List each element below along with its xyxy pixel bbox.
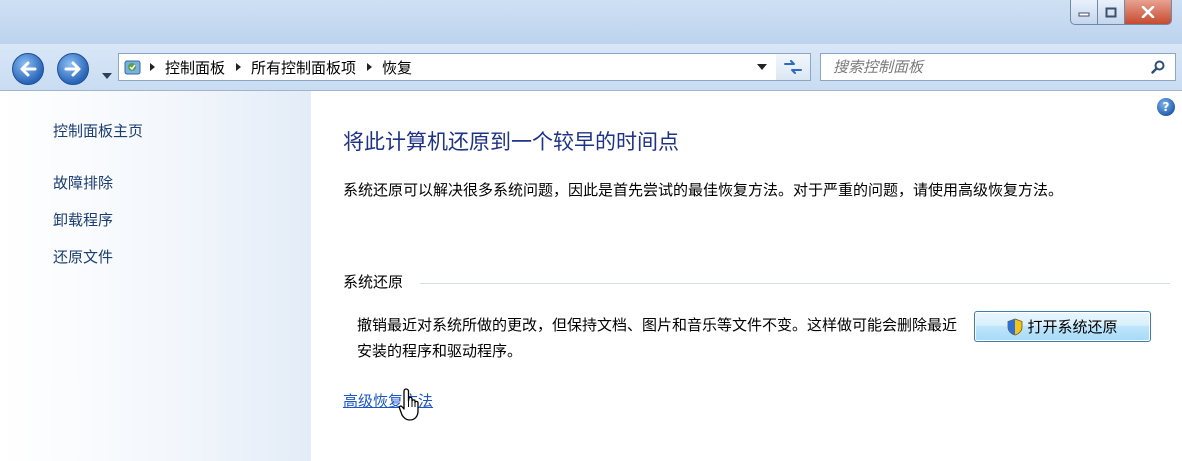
close-button[interactable] [1125, 0, 1172, 25]
refresh-button[interactable] [776, 53, 811, 81]
search-input[interactable] [821, 55, 1151, 79]
sidebar-item-control-panel-home[interactable]: 控制面板主页 [53, 120, 143, 141]
open-system-restore-button[interactable]: 打开系统还原 [974, 311, 1151, 342]
navigation-bar: 控制面板 所有控制面板项 恢复 [0, 44, 1182, 91]
page-title: 将此计算机还原到一个较早的时间点 [343, 130, 679, 154]
uac-shield-icon [1007, 318, 1023, 336]
maximize-icon [1105, 7, 1117, 17]
chevron-down-icon [757, 64, 767, 70]
open-system-restore-label: 打开系统还原 [1027, 318, 1118, 336]
forward-button[interactable] [57, 53, 89, 85]
breadcrumb-recovery[interactable]: 恢复 [382, 57, 412, 78]
breadcrumb-separator-icon [150, 63, 155, 71]
breadcrumb-separator-icon [367, 63, 373, 71]
minimize-button[interactable] [1070, 0, 1098, 25]
window-titlebar [0, 0, 1182, 44]
system-restore-description: 撤销最近对系统所做的更改，但保持文档、图片和音乐等文件不变。这样做可能会删除最近… [357, 316, 958, 360]
page-description: 系统还原可以解决很多系统问题，因此是首先尝试的最佳恢复方法。对于严重的问题，请使… [343, 181, 1064, 199]
system-restore-section-title: 系统还原 [343, 271, 410, 292]
breadcrumb: 控制面板 所有控制面板项 恢复 [143, 57, 416, 78]
control-panel-icon [123, 57, 143, 77]
address-dropdown-button[interactable] [757, 64, 767, 70]
back-arrow-icon [20, 61, 37, 77]
forward-arrow-icon [64, 61, 81, 77]
breadcrumb-control-panel[interactable]: 控制面板 [165, 57, 225, 78]
search-icon[interactable] [1151, 60, 1165, 74]
recent-pages-dropdown[interactable] [102, 64, 112, 83]
left-pane: 控制面板主页 故障排除 卸载程序 还原文件 [0, 91, 311, 461]
section-divider [420, 283, 1170, 284]
sidebar-item-restore-files[interactable]: 还原文件 [53, 246, 113, 267]
window-controls [1070, 0, 1172, 28]
chevron-down-icon [102, 73, 112, 79]
hand-cursor-icon [398, 388, 419, 421]
address-bar[interactable]: 控制面板 所有控制面板项 恢复 [118, 53, 778, 81]
minimize-icon [1078, 12, 1090, 17]
sidebar-item-troubleshooting[interactable]: 故障排除 [53, 172, 113, 193]
breadcrumb-all-control-panel-items[interactable]: 所有控制面板项 [251, 57, 356, 78]
maximize-button[interactable] [1098, 0, 1125, 25]
help-icon[interactable]: ? [1157, 98, 1175, 116]
close-icon [1141, 6, 1155, 18]
sidebar-item-uninstall-program[interactable]: 卸载程序 [53, 209, 113, 230]
refresh-icon [784, 60, 802, 74]
back-button[interactable] [12, 53, 44, 85]
search-box [820, 53, 1176, 81]
breadcrumb-separator-icon [236, 63, 242, 71]
